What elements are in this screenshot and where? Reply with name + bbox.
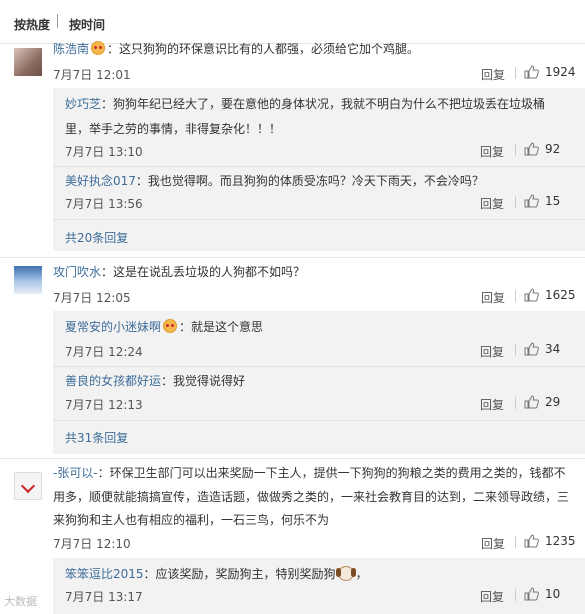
comment-username[interactable]: 攻门吹水 [53, 265, 101, 279]
sort-bar: 按热度 按时间 [0, 0, 585, 44]
separator [515, 290, 516, 302]
like-count: 29 [545, 395, 561, 409]
divider [53, 166, 585, 167]
comment-time: 7月7日 12:05 [53, 291, 131, 305]
reply-time: 7月7日 13:56 [65, 197, 143, 211]
divider [53, 420, 585, 421]
thumbs-up-icon [524, 395, 539, 409]
avatar[interactable] [14, 48, 42, 76]
sort-by-hot-tab[interactable]: 按热度 [14, 16, 50, 33]
avatar[interactable] [14, 266, 42, 294]
reply-text: 美好执念017：我也觉得啊。而且狗狗的体质受冻吗？冷天下雨天，不会冷吗？ [65, 174, 484, 188]
like-count: 1625 [545, 288, 576, 302]
reply-time: 7月7日 13:10 [65, 145, 143, 159]
reply-username[interactable]: 美好执念017 [65, 174, 136, 188]
thumbs-up-icon [524, 342, 539, 356]
reply-username[interactable]: 笨笨逗比2015 [65, 567, 144, 581]
comment-username[interactable]: 陈浩南 [53, 42, 89, 56]
dog-emoji-icon [335, 566, 356, 581]
reply-username[interactable]: 妙巧芝 [65, 97, 101, 111]
like-button[interactable]: 92 [524, 142, 560, 156]
like-count: 1924 [545, 65, 576, 79]
reply-text: 夏常安的小迷妹啊 ：就是这个意思 [65, 319, 264, 334]
thumbs-up-icon [524, 534, 539, 548]
emoji-icon [163, 319, 178, 333]
thumbs-up-icon [524, 142, 539, 156]
reply-button[interactable]: 回复 [480, 588, 504, 605]
comment-text-line-3: 来狗狗和主人也有相应的福利，一石三鸟，何乐不为 [53, 513, 330, 527]
comment-text: 攻门吹水：这是在说乱丢垃圾的人狗都不如吗？ [53, 265, 306, 279]
divider [0, 257, 585, 258]
reply-time: 7月7日 12:24 [65, 345, 143, 359]
like-count: 15 [545, 194, 561, 208]
reply-thread: 笨笨逗比2015：应该奖励，奖励狗主，特别奖励狗， 7月7日 13:17 回复 … [53, 558, 585, 614]
reply-thread: 夏常安的小迷妹啊 ：就是这个意思 7月7日 12:24 回复 34 善良的女孩都好… [53, 311, 585, 454]
reply-button[interactable]: 回复 [481, 535, 505, 552]
like-count: 10 [545, 587, 561, 601]
reply-button[interactable]: 回复 [480, 143, 504, 160]
separator [515, 397, 516, 409]
comment-username[interactable]: -张可以- [53, 466, 98, 480]
sort-by-time-tab[interactable]: 按时间 [69, 16, 105, 33]
reply-text-line-2: 里，举手之劳的事情，非得复杂化！！！ [65, 122, 282, 136]
sort-separator [57, 14, 58, 28]
comment-text: -张可以-：环保卫生部门可以出来奖励一下主人，提供一下狗狗的狗粮之类的费用之类的… [53, 466, 566, 480]
reply-button[interactable]: 回复 [481, 289, 505, 306]
separator [515, 536, 516, 548]
like-count: 34 [545, 342, 561, 356]
like-button[interactable]: 29 [524, 395, 560, 409]
thumbs-up-icon [524, 288, 539, 302]
more-replies-link[interactable]: 共20条回复 [65, 229, 128, 246]
separator [515, 196, 516, 208]
reply-time: 7月7日 12:13 [65, 398, 143, 412]
like-button[interactable]: 10 [524, 587, 560, 601]
like-button[interactable]: 34 [524, 342, 560, 356]
like-count: 92 [545, 142, 561, 156]
emoji-icon [91, 41, 106, 55]
like-button[interactable]: 1625 [524, 288, 576, 302]
divider [53, 219, 585, 220]
reply-button[interactable]: 回复 [481, 66, 505, 83]
reply-text: 妙巧芝：狗狗年纪已经大了，要在意他的身体状况，我就不明白为什么不把垃圾丢在垃圾桶 [65, 97, 546, 111]
reply-username[interactable]: 夏常安的小迷妹啊 [65, 320, 161, 334]
comment-time: 7月7日 12:01 [53, 68, 131, 82]
reply-time: 7月7日 13:17 [65, 590, 143, 604]
like-button[interactable]: 1235 [524, 534, 576, 548]
watermark-text: 大数据 [4, 595, 37, 608]
logo-icon [20, 478, 36, 494]
reply-button[interactable]: 回复 [480, 396, 504, 413]
divider [0, 458, 585, 459]
reply-button[interactable]: 回复 [480, 195, 504, 212]
like-button[interactable]: 15 [524, 194, 560, 208]
separator [515, 144, 516, 156]
reply-text: 善良的女孩都好运：我觉得说得好 [65, 374, 246, 388]
comment-text: 陈浩南 ：这只狗狗的环保意识比有的人都强，必须给它加个鸡腿。 [53, 41, 420, 56]
separator [515, 67, 516, 79]
reply-button[interactable]: 回复 [480, 343, 504, 360]
thumbs-up-icon [524, 65, 539, 79]
like-count: 1235 [545, 534, 576, 548]
comment-text-line-2: 用多，顺便就能搞搞宣传，造造话题，做做秀之类的，一来社会教育目的达到，二来领导政… [53, 490, 570, 504]
separator [515, 589, 516, 601]
avatar[interactable] [14, 472, 42, 500]
reply-username[interactable]: 善良的女孩都好运 [65, 374, 161, 388]
reply-text: 笨笨逗比2015：应该奖励，奖励狗主，特别奖励狗， [65, 566, 368, 581]
more-replies-link[interactable]: 共31条回复 [65, 429, 128, 446]
separator [515, 344, 516, 356]
thumbs-up-icon [524, 194, 539, 208]
thumbs-up-icon [524, 587, 539, 601]
divider [53, 366, 585, 367]
like-button[interactable]: 1924 [524, 65, 576, 79]
reply-thread: 妙巧芝：狗狗年纪已经大了，要在意他的身体状况，我就不明白为什么不把垃圾丢在垃圾桶… [53, 88, 585, 251]
comment-time: 7月7日 12:10 [53, 537, 131, 551]
